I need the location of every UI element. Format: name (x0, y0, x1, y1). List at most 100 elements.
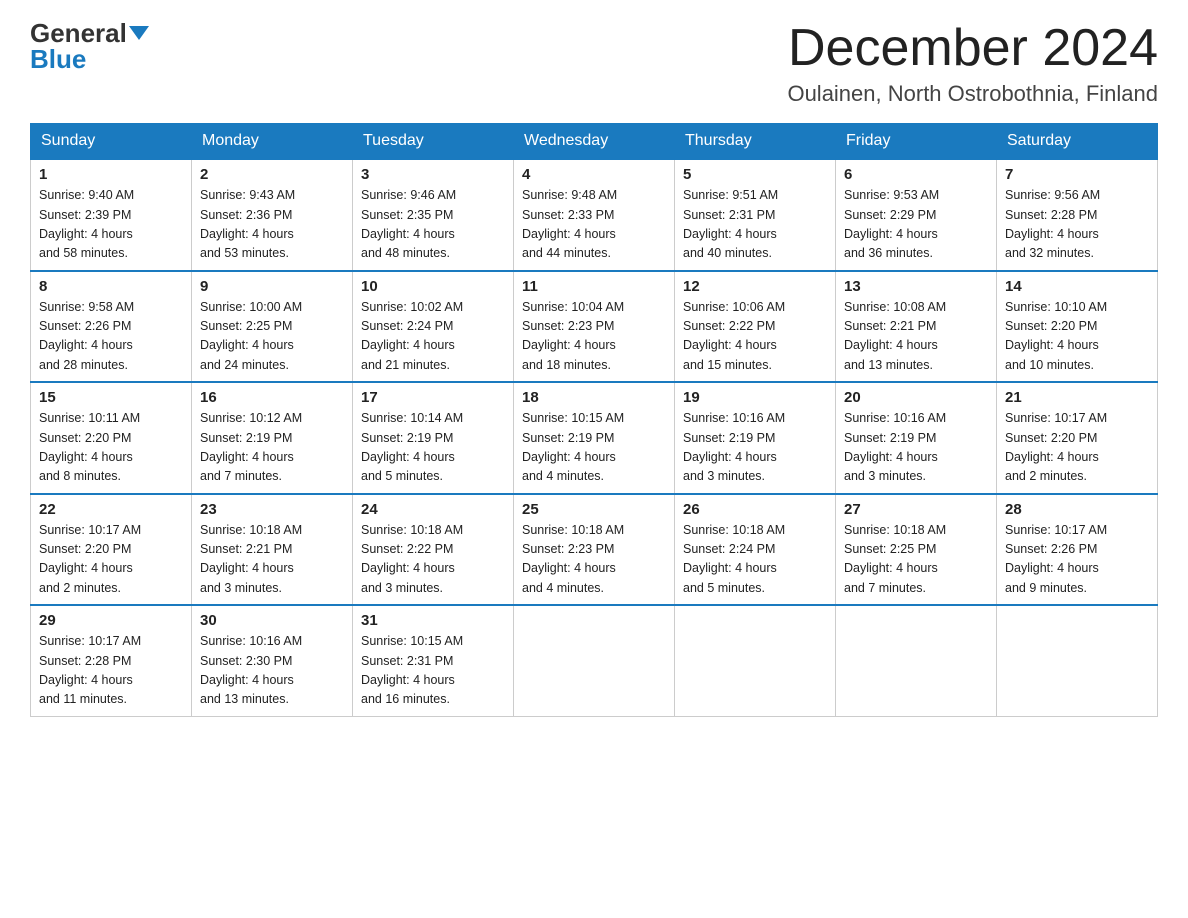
day-number: 25 (522, 501, 666, 518)
day-cell-10: 10 Sunrise: 10:02 AMSunset: 2:24 PMDaylig… (353, 271, 514, 383)
day-cell-21: 21 Sunrise: 10:17 AMSunset: 2:20 PMDaylig… (997, 382, 1158, 494)
day-cell-27: 27Sunrise: 10:18 AMSunset: 2:25 PMDaylig… (836, 494, 997, 606)
day-number: 16 (200, 389, 344, 406)
day-info: Sunrise: 10:16 AMSunset: 2:19 PMDaylight… (683, 409, 827, 487)
day-number: 14 (1005, 278, 1149, 295)
day-info: Sunrise: 9:58 AMSunset: 2:26 PMDaylight:… (39, 298, 183, 376)
day-info: Sunrise: 10:11 AMSunset: 2:20 PMDaylight… (39, 409, 183, 487)
day-number: 30 (200, 612, 344, 629)
logo-blue-text: Blue (30, 46, 86, 72)
title-area: December 2024 Oulainen, North Ostrobothn… (787, 20, 1158, 107)
day-number: 1 (39, 166, 183, 183)
weekday-header-monday: Monday (192, 124, 353, 160)
day-number: 19 (683, 389, 827, 406)
day-cell-28: 28Sunrise: 10:17 AMSunset: 2:26 PMDaylig… (997, 494, 1158, 606)
day-number: 13 (844, 278, 988, 295)
week-row-5: 29Sunrise: 10:17 AMSunset: 2:28 PMDaylig… (31, 605, 1158, 716)
week-row-1: 1Sunrise: 9:40 AMSunset: 2:39 PMDaylight… (31, 159, 1158, 271)
empty-cell (997, 605, 1158, 716)
day-info: Sunrise: 10:06 AMSunset: 2:22 PMDaylight… (683, 298, 827, 376)
day-number: 18 (522, 389, 666, 406)
empty-cell (675, 605, 836, 716)
day-number: 4 (522, 166, 666, 183)
day-cell-9: 9 Sunrise: 10:00 AMSunset: 2:25 PMDayligh… (192, 271, 353, 383)
day-cell-3: 3Sunrise: 9:46 AMSunset: 2:35 PMDaylight… (353, 159, 514, 271)
day-cell-13: 13Sunrise: 10:08 AMSunset: 2:21 PMDaylig… (836, 271, 997, 383)
day-cell-30: 30 Sunrise: 10:16 AMSunset: 2:30 PMDaylig… (192, 605, 353, 716)
day-number: 23 (200, 501, 344, 518)
day-info: Sunrise: 9:46 AMSunset: 2:35 PMDaylight:… (361, 186, 505, 264)
weekday-header-tuesday: Tuesday (353, 124, 514, 160)
day-cell-12: 12Sunrise: 10:06 AMSunset: 2:22 PMDaylig… (675, 271, 836, 383)
day-cell-22: 22 Sunrise: 10:17 AMSunset: 2:20 PMDaylig… (31, 494, 192, 606)
day-info: Sunrise: 9:56 AMSunset: 2:28 PMDaylight:… (1005, 186, 1149, 264)
day-info: Sunrise: 10:15 AMSunset: 2:19 PMDaylight… (522, 409, 666, 487)
day-info: Sunrise: 10:17 AMSunset: 2:20 PMDaylight… (1005, 409, 1149, 487)
day-cell-26: 26 Sunrise: 10:18 AMSunset: 2:24 PMDaylig… (675, 494, 836, 606)
day-info: Sunrise: 10:02 AMSunset: 2:24 PMDaylight… (361, 298, 505, 376)
logo-triangle-icon (129, 26, 149, 40)
day-number: 10 (361, 278, 505, 295)
day-number: 9 (200, 278, 344, 295)
weekday-header-sunday: Sunday (31, 124, 192, 160)
day-info: Sunrise: 9:51 AMSunset: 2:31 PMDaylight:… (683, 186, 827, 264)
logo: General Blue (30, 20, 149, 72)
day-number: 29 (39, 612, 183, 629)
day-cell-15: 15 Sunrise: 10:11 AMSunset: 2:20 PMDaylig… (31, 382, 192, 494)
month-title: December 2024 (787, 20, 1158, 77)
day-cell-23: 23 Sunrise: 10:18 AMSunset: 2:21 PMDaylig… (192, 494, 353, 606)
day-info: Sunrise: 9:53 AMSunset: 2:29 PMDaylight:… (844, 186, 988, 264)
day-info: Sunrise: 10:10 AMSunset: 2:20 PMDaylight… (1005, 298, 1149, 376)
day-cell-31: 31 Sunrise: 10:15 AMSunset: 2:31 PMDaylig… (353, 605, 514, 716)
day-info: Sunrise: 10:04 AMSunset: 2:23 PMDaylight… (522, 298, 666, 376)
day-number: 22 (39, 501, 183, 518)
week-row-4: 22 Sunrise: 10:17 AMSunset: 2:20 PMDaylig… (31, 494, 1158, 606)
day-number: 21 (1005, 389, 1149, 406)
day-number: 17 (361, 389, 505, 406)
calendar-table: SundayMondayTuesdayWednesdayThursdayFrid… (30, 123, 1158, 717)
day-number: 31 (361, 612, 505, 629)
day-info: Sunrise: 10:18 AMSunset: 2:24 PMDaylight… (683, 521, 827, 599)
day-cell-24: 24 Sunrise: 10:18 AMSunset: 2:22 PMDaylig… (353, 494, 514, 606)
week-row-3: 15 Sunrise: 10:11 AMSunset: 2:20 PMDaylig… (31, 382, 1158, 494)
day-number: 20 (844, 389, 988, 406)
day-cell-11: 11 Sunrise: 10:04 AMSunset: 2:23 PMDaylig… (514, 271, 675, 383)
day-info: Sunrise: 10:17 AMSunset: 2:26 PMDaylight… (1005, 521, 1149, 599)
day-cell-14: 14 Sunrise: 10:10 AMSunset: 2:20 PMDaylig… (997, 271, 1158, 383)
day-info: Sunrise: 10:12 AMSunset: 2:19 PMDaylight… (200, 409, 344, 487)
day-info: Sunrise: 9:43 AMSunset: 2:36 PMDaylight:… (200, 186, 344, 264)
day-info: Sunrise: 10:16 AMSunset: 2:30 PMDaylight… (200, 632, 344, 710)
day-cell-19: 19 Sunrise: 10:16 AMSunset: 2:19 PMDaylig… (675, 382, 836, 494)
day-cell-18: 18 Sunrise: 10:15 AMSunset: 2:19 PMDaylig… (514, 382, 675, 494)
day-info: Sunrise: 10:18 AMSunset: 2:22 PMDaylight… (361, 521, 505, 599)
empty-cell (836, 605, 997, 716)
day-info: Sunrise: 10:15 AMSunset: 2:31 PMDaylight… (361, 632, 505, 710)
day-number: 2 (200, 166, 344, 183)
day-number: 24 (361, 501, 505, 518)
day-number: 26 (683, 501, 827, 518)
day-number: 11 (522, 278, 666, 295)
day-cell-4: 4Sunrise: 9:48 AMSunset: 2:33 PMDaylight… (514, 159, 675, 271)
day-info: Sunrise: 10:18 AMSunset: 2:23 PMDaylight… (522, 521, 666, 599)
day-info: Sunrise: 10:00 AMSunset: 2:25 PMDaylight… (200, 298, 344, 376)
day-cell-17: 17Sunrise: 10:14 AMSunset: 2:19 PMDaylig… (353, 382, 514, 494)
day-number: 15 (39, 389, 183, 406)
weekday-header-friday: Friday (836, 124, 997, 160)
day-number: 7 (1005, 166, 1149, 183)
logo-general-text: General (30, 20, 127, 46)
location-subtitle: Oulainen, North Ostrobothnia, Finland (787, 81, 1158, 107)
day-cell-2: 2 Sunrise: 9:43 AMSunset: 2:36 PMDaylight… (192, 159, 353, 271)
weekday-header-row: SundayMondayTuesdayWednesdayThursdayFrid… (31, 124, 1158, 160)
weekday-header-thursday: Thursday (675, 124, 836, 160)
day-number: 8 (39, 278, 183, 295)
day-cell-1: 1Sunrise: 9:40 AMSunset: 2:39 PMDaylight… (31, 159, 192, 271)
day-cell-8: 8 Sunrise: 9:58 AMSunset: 2:26 PMDaylight… (31, 271, 192, 383)
day-cell-5: 5 Sunrise: 9:51 AMSunset: 2:31 PMDaylight… (675, 159, 836, 271)
day-info: Sunrise: 10:17 AMSunset: 2:20 PMDaylight… (39, 521, 183, 599)
day-info: Sunrise: 10:18 AMSunset: 2:21 PMDaylight… (200, 521, 344, 599)
day-cell-29: 29Sunrise: 10:17 AMSunset: 2:28 PMDaylig… (31, 605, 192, 716)
day-cell-20: 20 Sunrise: 10:16 AMSunset: 2:19 PMDaylig… (836, 382, 997, 494)
day-cell-6: 6Sunrise: 9:53 AMSunset: 2:29 PMDaylight… (836, 159, 997, 271)
day-number: 5 (683, 166, 827, 183)
day-info: Sunrise: 10:16 AMSunset: 2:19 PMDaylight… (844, 409, 988, 487)
